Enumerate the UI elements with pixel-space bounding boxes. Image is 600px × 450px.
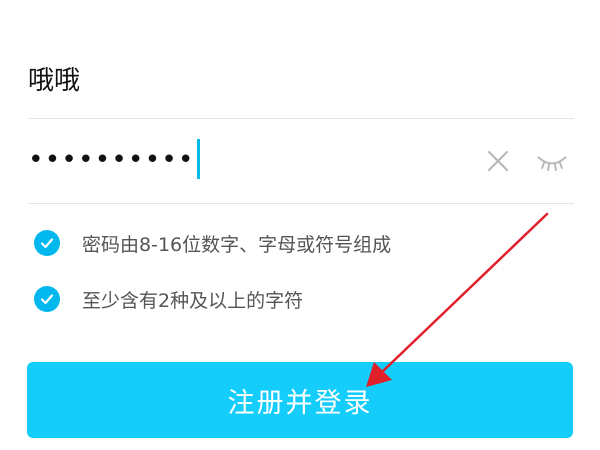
password-row: •••••••••• (28, 132, 574, 190)
eye-closed-icon[interactable] (535, 146, 569, 176)
text-caret (196, 138, 200, 179)
check-circle-icon (34, 230, 60, 256)
check-circle-icon (34, 286, 60, 312)
close-icon[interactable] (483, 146, 513, 176)
password-text: •••••••••• (28, 145, 195, 175)
rule-text: 至少含有2种及以上的字符 (82, 289, 304, 312)
password-field[interactable]: •••••••••• (28, 138, 200, 182)
divider (28, 203, 574, 204)
rule-text: 密码由8-16位数字、字母或符号组成 (82, 233, 392, 256)
password-rule-length: 密码由8-16位数字、字母或符号组成 (34, 227, 391, 259)
password-rule-variety: 至少含有2种及以上的字符 (34, 283, 303, 315)
divider (28, 118, 574, 119)
register-screen: 哦哦 •••••••••• 密码由8-16位数字、字母或符号组成 至少含有2种及… (0, 0, 600, 450)
username-field[interactable]: 哦哦 (28, 60, 80, 97)
register-login-button[interactable]: 注册并登录 (27, 362, 573, 438)
